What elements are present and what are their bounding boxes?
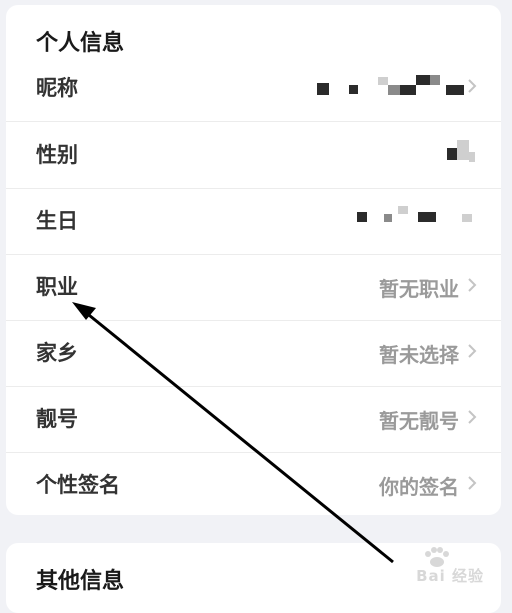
- other-info-title: 其他信息: [36, 569, 125, 594]
- chevron-right-icon: [468, 410, 477, 424]
- row-signature[interactable]: 个性签名 你的签名: [6, 452, 501, 518]
- row-hometown[interactable]: 家乡 暂未选择: [6, 320, 501, 387]
- row-gender[interactable]: 性别: [6, 122, 501, 189]
- birthday-label: 生日: [36, 209, 78, 233]
- pretty-number-value: 暂无靓号: [379, 409, 459, 433]
- signature-label: 个性签名: [36, 473, 120, 497]
- row-occupation[interactable]: 职业 暂无职业: [6, 254, 501, 321]
- watermark: Bai 经验: [416, 567, 484, 585]
- signature-value: 你的签名: [379, 475, 459, 499]
- row-nickname[interactable]: 昵称: [6, 55, 501, 122]
- chevron-right-icon: [468, 344, 477, 358]
- occupation-label: 职业: [36, 275, 78, 299]
- occupation-value: 暂无职业: [379, 277, 459, 301]
- chevron-right-icon: [468, 476, 477, 490]
- nickname-label: 昵称: [36, 76, 78, 100]
- chevron-right-icon: [468, 79, 477, 93]
- hometown-label: 家乡: [36, 341, 78, 365]
- row-pretty-number[interactable]: 靓号 暂无靓号: [6, 386, 501, 453]
- row-birthday[interactable]: 生日: [6, 188, 501, 255]
- personal-info-title: 个人信息: [36, 31, 125, 56]
- chevron-right-icon: [468, 278, 477, 292]
- personal-info-card: 个人信息 昵称 性别 生日 职业 暂无职业 家乡 暂未选择 靓号 暂无靓号 个性…: [6, 5, 501, 515]
- pretty-number-label: 靓号: [36, 407, 78, 431]
- gender-label: 性别: [36, 143, 78, 167]
- hometown-value: 暂未选择: [379, 343, 459, 367]
